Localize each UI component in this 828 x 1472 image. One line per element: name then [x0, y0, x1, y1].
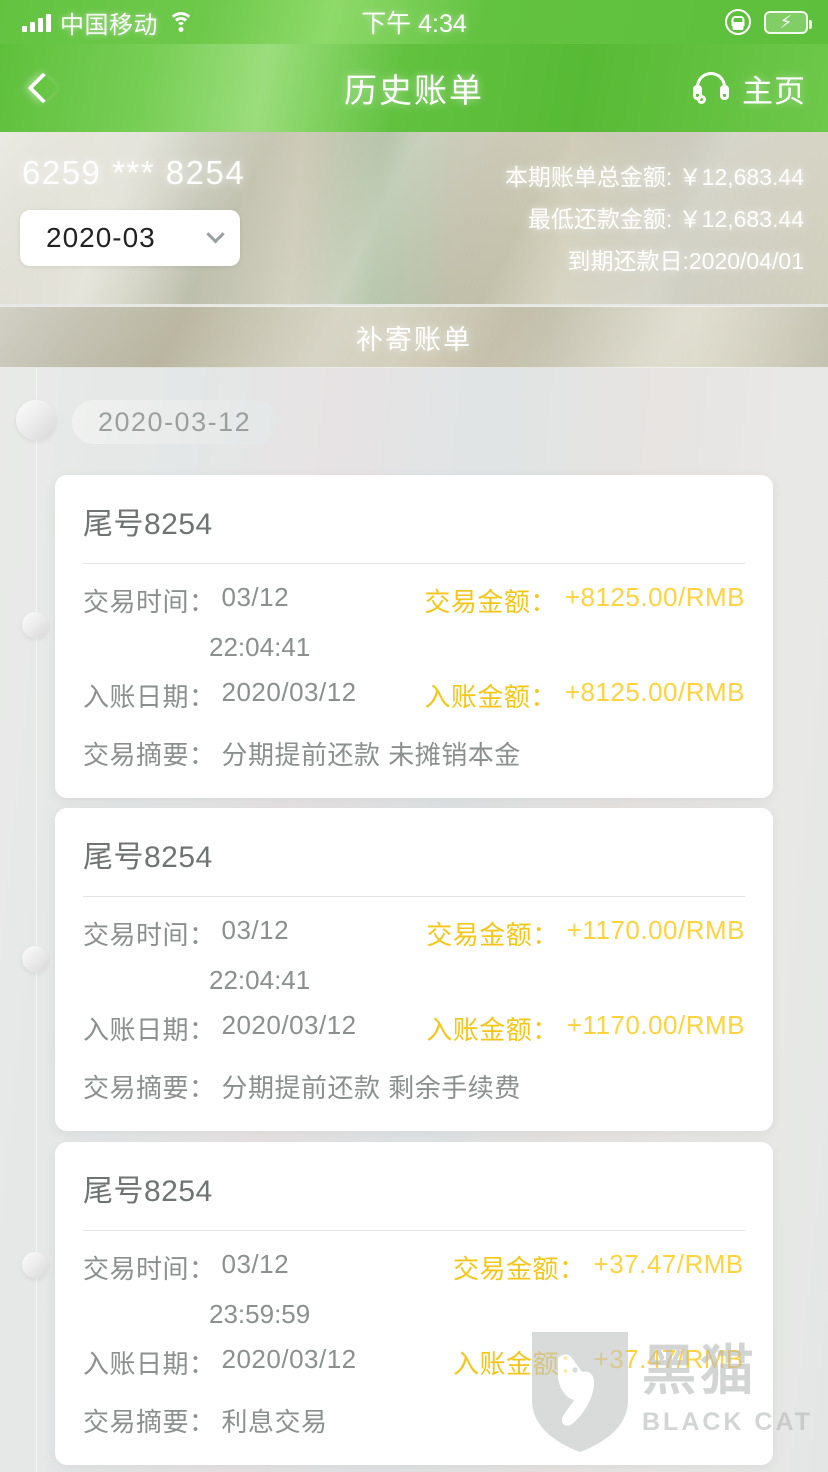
- transaction-card[interactable]: 尾号8254 交易时间： 03/12 交易金额： +8125.00/RMB 22…: [55, 475, 773, 798]
- summary-value: 分期提前还款 剩余手续费: [221, 1073, 521, 1103]
- trade-time-label: 交易时间：: [83, 587, 216, 617]
- min-payment-line: 最低还款金额: ￥12,683.44: [527, 206, 804, 232]
- transaction-card-title: 尾号8254: [83, 1175, 213, 1208]
- timeline-dot: [22, 1252, 48, 1278]
- post-date-value: 2020/03/12: [221, 1344, 357, 1374]
- card-number: 6259 *** 8254: [22, 154, 246, 191]
- timeline-rail: [36, 368, 37, 1472]
- post-date-label: 入账日期：: [83, 1015, 216, 1045]
- transaction-row-summary: 交易摘要： 分期提前还款 剩余手续费: [83, 1068, 745, 1105]
- timeline-dot: [22, 946, 48, 972]
- trade-time-label: 交易时间：: [83, 1254, 216, 1284]
- post-date-label: 入账日期：: [83, 682, 216, 712]
- summary-label: 交易摘要：: [83, 740, 216, 770]
- trade-amount-label: 交易金额：: [453, 1254, 586, 1284]
- divider: [83, 1230, 745, 1231]
- transaction-row-summary: 交易摘要： 分期提前还款 未摊销本金: [83, 735, 745, 772]
- post-date-label: 入账日期：: [83, 1349, 216, 1379]
- transaction-row-time: 交易时间： 03/12 交易金额： +37.47/RMB: [83, 1249, 745, 1303]
- trade-time-value: 23:59:59: [209, 1299, 311, 1329]
- transaction-row-summary: 交易摘要： 利息交易: [83, 1402, 745, 1439]
- post-amount-label: 入账金额：: [426, 1015, 559, 1045]
- trade-date-value: 03/12: [221, 582, 290, 612]
- transaction-row-post: 入账日期： 2020/03/12 入账金额： +37.47/RMB: [83, 1344, 745, 1398]
- trade-amount-value: +8125.00/RMB: [564, 582, 745, 612]
- timeline-dot: [16, 400, 56, 440]
- post-amount-value: +1170.00/RMB: [566, 1010, 745, 1040]
- post-amount-value: +37.47/RMB: [593, 1344, 744, 1374]
- trade-amount-value: +37.47/RMB: [593, 1249, 744, 1279]
- home-button[interactable]: 主页: [692, 66, 828, 111]
- timeline-dot: [22, 612, 48, 638]
- divider: [83, 896, 745, 897]
- summary-amount-lines: 本期账单总金额: ￥12,683.44 最低还款金额: ￥12,683.44 到…: [505, 156, 804, 282]
- resend-bill-button[interactable]: 补寄账单: [0, 306, 828, 368]
- trade-date-value: 03/12: [221, 1249, 290, 1279]
- trade-amount-label: 交易金额：: [424, 587, 557, 617]
- post-amount-value: +8125.00/RMB: [564, 677, 745, 707]
- trade-amount-value: +1170.00/RMB: [566, 915, 745, 945]
- resend-bill-label: 补寄账单: [356, 324, 472, 355]
- summary-value: 利息交易: [221, 1407, 328, 1437]
- transaction-card-title: 尾号8254: [83, 508, 213, 541]
- nav-bar: 历史账单 主页: [0, 44, 828, 132]
- home-button-label: 主页: [742, 73, 806, 109]
- month-select[interactable]: 2020-03: [20, 210, 240, 266]
- summary-label: 交易摘要：: [83, 1073, 216, 1103]
- post-date-value: 2020/03/12: [221, 677, 357, 707]
- month-select-value: 2020-03: [46, 222, 156, 253]
- transaction-row-time: 交易时间： 03/12 交易金额： +1170.00/RMB: [83, 915, 745, 969]
- status-bar: 中国移动 下午 4:34 ⚡: [0, 0, 828, 44]
- battery-charging-icon: ⚡: [764, 10, 812, 34]
- rotation-lock-icon: [725, 9, 751, 35]
- app-root: 中国移动 下午 4:34 ⚡ 历史账单 主页 6259 *** 8254 202…: [0, 0, 828, 1472]
- date-group-badge: 2020-03-12: [72, 400, 278, 444]
- total-amount-line: 本期账单总金额: ￥12,683.44: [504, 164, 804, 190]
- post-amount-label: 入账金额：: [453, 1349, 586, 1379]
- chevron-down-icon: [206, 224, 225, 243]
- headset-icon: [692, 72, 730, 104]
- transaction-card[interactable]: 尾号8254 交易时间： 03/12 交易金额： +1170.00/RMB 22…: [55, 808, 773, 1131]
- summary-value: 分期提前还款 未摊销本金: [221, 740, 521, 770]
- post-date-value: 2020/03/12: [221, 1010, 357, 1040]
- trade-amount-label: 交易金额：: [426, 920, 559, 950]
- trade-time-value: 22:04:41: [209, 965, 311, 995]
- status-bar-clock: 下午 4:34: [361, 10, 467, 38]
- transaction-row-post: 入账日期： 2020/03/12 入账金额： +1170.00/RMB: [83, 1010, 745, 1064]
- trade-date-value: 03/12: [221, 915, 290, 945]
- transaction-row-post: 入账日期： 2020/03/12 入账金额： +8125.00/RMB: [83, 677, 745, 731]
- trade-time-label: 交易时间：: [83, 920, 216, 950]
- transaction-card-title: 尾号8254: [83, 841, 213, 874]
- divider: [83, 563, 745, 564]
- trade-time-value: 22:04:41: [209, 632, 311, 662]
- post-amount-label: 入账金额：: [424, 682, 557, 712]
- transaction-card[interactable]: 尾号8254 交易时间： 03/12 交易金额： +37.47/RMB 23:5…: [55, 1142, 773, 1465]
- transaction-row-time: 交易时间： 03/12 交易金额： +8125.00/RMB: [83, 582, 745, 636]
- summary-label: 交易摘要：: [83, 1407, 216, 1437]
- bill-summary-panel: 6259 *** 8254 2020-03 本期账单总金额: ￥12,683.4…: [0, 132, 828, 304]
- due-date-line: 到期还款日:2020/04/01: [567, 248, 804, 274]
